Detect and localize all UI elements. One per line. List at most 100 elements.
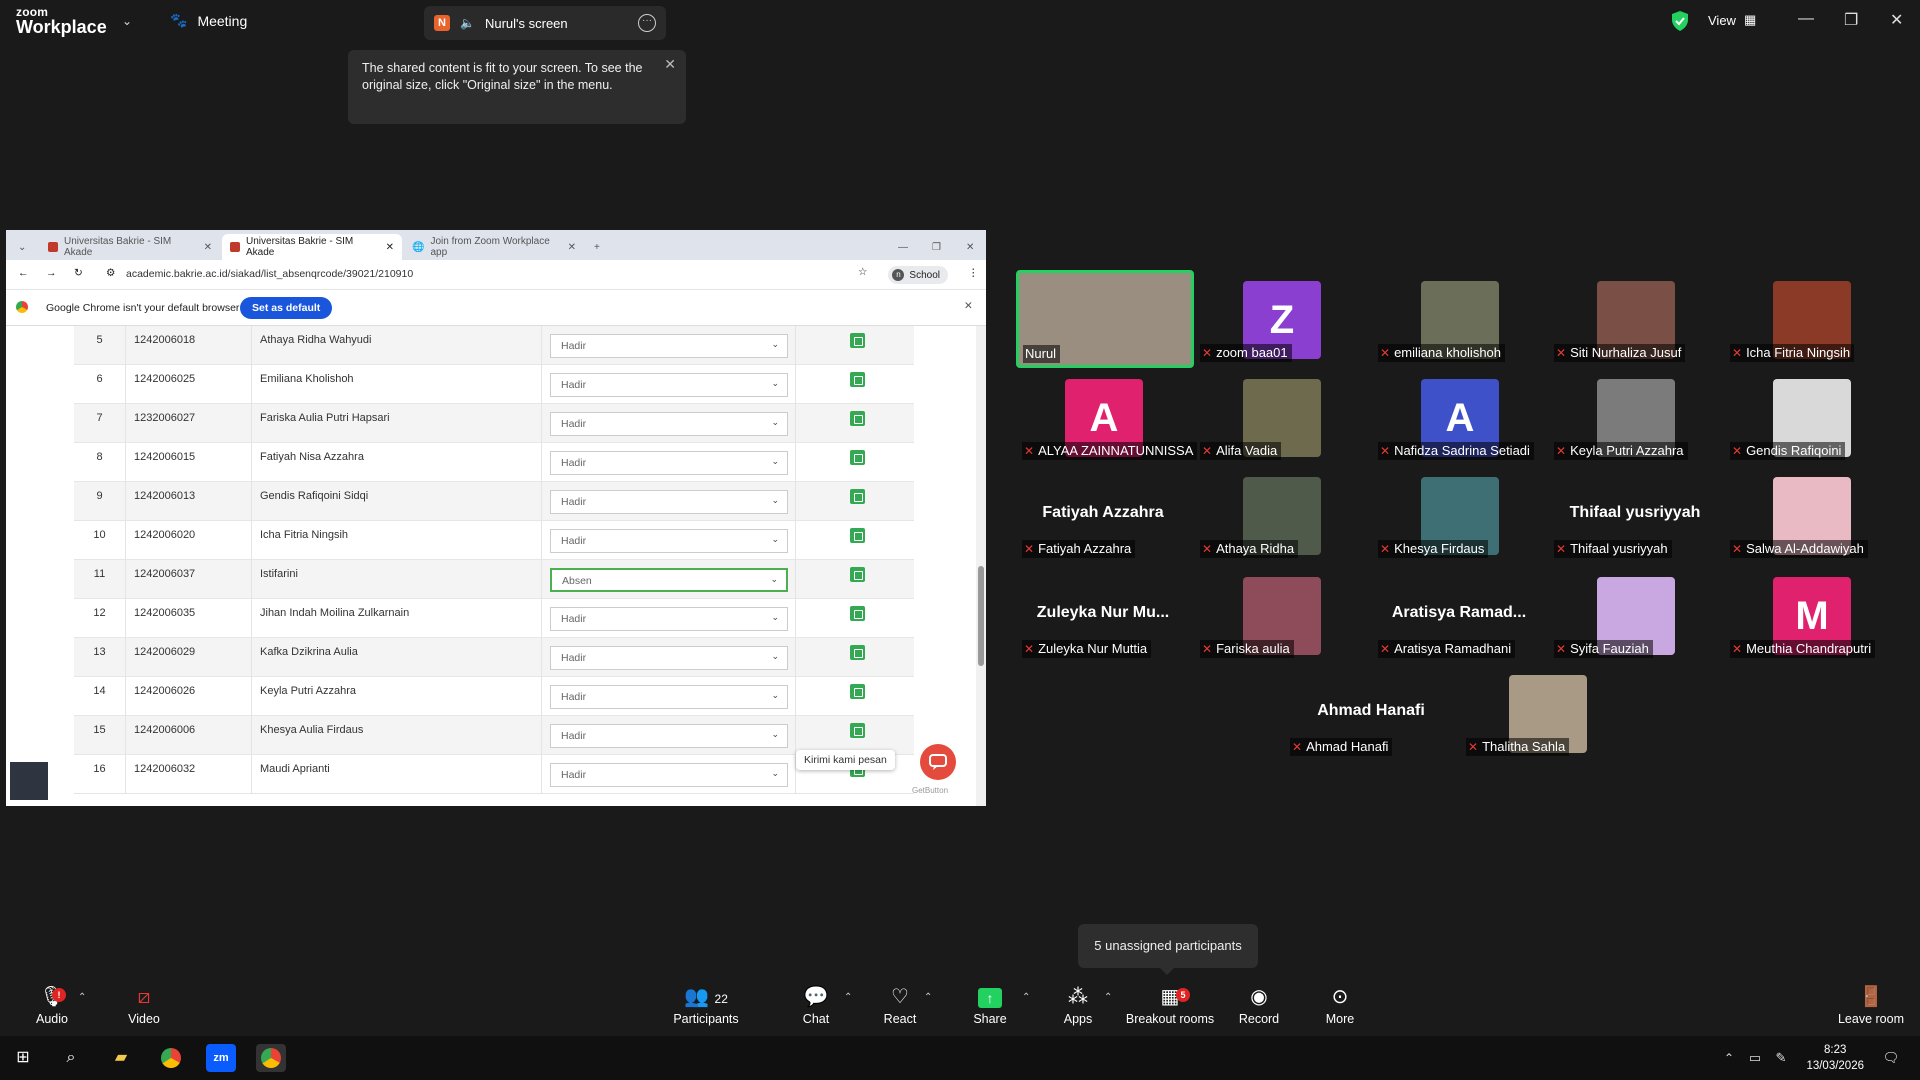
browser-tab-2[interactable]: Universitas Bakrie - SIM Akade ✕ bbox=[222, 234, 402, 260]
save-sheet-icon[interactable] bbox=[850, 450, 865, 465]
participant-tile[interactable]: ✕ Icha Fitria Ningsih bbox=[1726, 274, 1896, 364]
participant-tile[interactable]: ✕ Siti Nurhaliza Jusuf bbox=[1550, 274, 1720, 364]
system-clock[interactable]: 8:23 13/03/2026 bbox=[1806, 1042, 1864, 1074]
maximize-icon[interactable]: ❐ bbox=[1844, 10, 1858, 30]
close-tab-icon[interactable]: ✕ bbox=[568, 242, 576, 253]
floating-widget[interactable] bbox=[10, 762, 48, 800]
audio-button[interactable]: 🎙 Audio bbox=[28, 980, 76, 1036]
attendance-status-select[interactable]: Hadir ⌄ bbox=[550, 607, 788, 631]
tab-list-icon[interactable]: ⌄ bbox=[10, 234, 40, 260]
browser-menu-icon[interactable]: ⋮ bbox=[968, 267, 979, 279]
bookmark-star-icon[interactable]: ☆ bbox=[858, 266, 867, 278]
participant-tile[interactable]: Ahmad Hanafi ✕ Ahmad Hanafi bbox=[1286, 668, 1456, 758]
save-sheet-icon[interactable] bbox=[850, 372, 865, 387]
attendance-status-select[interactable]: Hadir ⌄ bbox=[550, 529, 788, 553]
apps-button[interactable]: ⁂ Apps bbox=[1058, 980, 1098, 1036]
zoom-taskbar-icon[interactable]: zm bbox=[206, 1044, 236, 1072]
search-icon[interactable]: ⌕ bbox=[56, 1044, 86, 1072]
record-button[interactable]: ◉ Record bbox=[1236, 980, 1282, 1036]
attendance-status-select[interactable]: Hadir ⌄ bbox=[550, 334, 788, 358]
attendance-status-select[interactable]: Hadir ⌄ bbox=[550, 763, 788, 787]
participant-tile[interactable]: ✕ Thalitha Sahla bbox=[1462, 668, 1632, 758]
participant-tile[interactable]: A ✕ Nafidza Sadrina Setiadi bbox=[1374, 372, 1544, 462]
attendance-status-select[interactable]: Hadir ⌄ bbox=[550, 685, 788, 709]
share-options-caret[interactable]: ⌃ bbox=[1022, 992, 1030, 1003]
save-sheet-icon[interactable] bbox=[850, 606, 865, 621]
close-tooltip-icon[interactable]: ✕ bbox=[664, 56, 676, 73]
close-tab-icon[interactable]: ✕ bbox=[204, 242, 212, 253]
participant-tile[interactable]: Z ✕ zoom baa01 bbox=[1196, 274, 1366, 364]
participant-tile[interactable]: ✕ emiliana kholishoh bbox=[1374, 274, 1544, 364]
save-sheet-icon[interactable] bbox=[850, 645, 865, 660]
screen-share-indicator[interactable]: N 🔈 Nurul's screen ··· bbox=[424, 6, 666, 40]
participant-tile[interactable]: ✕ Keyla Putri Azzahra bbox=[1550, 372, 1720, 462]
audio-options-caret[interactable]: ⌃ bbox=[78, 992, 86, 1003]
set-as-default-button[interactable]: Set as default bbox=[240, 297, 333, 319]
participant-tile[interactable]: ✕ Salwa Al-Addawiyah bbox=[1726, 470, 1896, 560]
page-scrollbar[interactable] bbox=[976, 326, 986, 806]
apps-options-caret[interactable]: ⌃ bbox=[1104, 992, 1112, 1003]
close-icon[interactable]: ✕ bbox=[1890, 10, 1903, 30]
react-options-caret[interactable]: ⌃ bbox=[924, 992, 932, 1003]
unassigned-participants-tooltip[interactable]: 5 unassigned participants bbox=[1078, 924, 1258, 975]
minimize-icon[interactable]: — bbox=[1798, 10, 1814, 28]
breakout-rooms-button[interactable]: ▦ Breakout rooms bbox=[1124, 980, 1216, 1036]
meeting-menu[interactable]: 🐾 Meeting bbox=[170, 12, 247, 29]
save-sheet-icon[interactable] bbox=[850, 723, 865, 738]
browser-maximize-icon[interactable]: ❐ bbox=[924, 234, 949, 260]
react-button[interactable]: ♡ React bbox=[880, 980, 920, 1036]
participants-button[interactable]: 👥 22 Participants bbox=[664, 980, 748, 1036]
view-button[interactable]: View ▦ bbox=[1708, 12, 1756, 28]
browser-tab-3[interactable]: 🌐 Join from Zoom Workplace app ✕ bbox=[404, 234, 584, 260]
participant-tile[interactable]: ✕ Gendis Rafiqoini bbox=[1726, 372, 1896, 462]
save-sheet-icon[interactable] bbox=[850, 411, 865, 426]
attendance-status-select[interactable]: Hadir ⌄ bbox=[550, 724, 788, 748]
participant-tile[interactable]: ✕ Alifa Vadia bbox=[1196, 372, 1366, 462]
site-info-icon[interactable]: ⚙ bbox=[106, 267, 115, 279]
scrollbar-thumb[interactable] bbox=[978, 566, 984, 666]
attendance-status-select[interactable]: Hadir ⌄ bbox=[550, 490, 788, 514]
chat-options-caret[interactable]: ⌃ bbox=[844, 992, 852, 1003]
chrome-taskbar-icon[interactable] bbox=[156, 1044, 186, 1072]
attendance-status-select[interactable]: Hadir ⌄ bbox=[550, 412, 788, 436]
participant-tile[interactable]: M ✕ Meuthia Chandraputri bbox=[1726, 570, 1896, 660]
save-sheet-icon[interactable] bbox=[850, 567, 865, 582]
forward-icon[interactable]: → bbox=[46, 267, 57, 279]
participant-tile[interactable]: ✕ Fariska aulia bbox=[1196, 570, 1366, 660]
participant-tile[interactable]: Thifaal yusriyyah ✕ Thifaal yusriyyah bbox=[1550, 470, 1720, 560]
save-sheet-icon[interactable] bbox=[850, 528, 865, 543]
url-field[interactable]: academic.bakrie.ac.id/siakad/list_absenq… bbox=[126, 268, 413, 280]
leave-room-button[interactable]: 🚪 Leave room bbox=[1836, 980, 1906, 1036]
notification-icon[interactable]: 🗨 bbox=[1876, 1044, 1906, 1072]
participant-tile[interactable]: Fatiyah Azzahra ✕ Fatiyah Azzahra bbox=[1018, 470, 1188, 560]
browser-minimize-icon[interactable]: — bbox=[890, 234, 916, 260]
browser-close-icon[interactable]: ✕ bbox=[958, 234, 982, 260]
chat-button[interactable]: 💬 Chat bbox=[796, 980, 836, 1036]
participant-tile[interactable]: ✕ Syifa Fauziah bbox=[1550, 570, 1720, 660]
reload-icon[interactable]: ↻ bbox=[74, 267, 83, 279]
participant-tile[interactable]: Zuleyka Nur Mu... ✕ Zuleyka Nur Muttia bbox=[1018, 570, 1188, 660]
close-tab-icon[interactable]: ✕ bbox=[386, 242, 394, 253]
more-options-icon[interactable]: ··· bbox=[638, 14, 656, 32]
browser-tab-1[interactable]: Universitas Bakrie - SIM Akade ✕ bbox=[40, 234, 220, 260]
attendance-status-select[interactable]: Hadir ⌄ bbox=[550, 646, 788, 670]
video-button[interactable]: ⧄ Video bbox=[120, 980, 168, 1036]
chevron-down-icon[interactable]: ⌄ bbox=[122, 14, 132, 28]
attendance-status-select[interactable]: Hadir ⌄ bbox=[550, 373, 788, 397]
new-tab-icon[interactable]: + bbox=[586, 234, 608, 260]
pen-icon[interactable]: ✎ bbox=[1766, 1044, 1796, 1072]
save-sheet-icon[interactable] bbox=[850, 333, 865, 348]
back-icon[interactable]: ← bbox=[18, 267, 29, 279]
participant-tile[interactable]: ✕ Athaya Ridha bbox=[1196, 470, 1366, 560]
file-explorer-icon[interactable]: ▰ bbox=[106, 1044, 136, 1072]
participant-tile[interactable]: A ✕ ALYAA ZAINNATUNNISSA bbox=[1018, 372, 1198, 462]
chrome-active-taskbar-icon[interactable] bbox=[256, 1044, 286, 1072]
more-button[interactable]: ⊙ More bbox=[1320, 980, 1360, 1036]
attendance-status-select[interactable]: Hadir ⌄ bbox=[550, 451, 788, 475]
participant-tile[interactable]: Nurul bbox=[1016, 270, 1194, 368]
participant-tile[interactable]: Aratisya Ramad... ✕ Aratisya Ramadhani bbox=[1374, 570, 1544, 660]
attendance-status-select[interactable]: Absen ⌄ bbox=[550, 568, 788, 592]
participant-tile[interactable]: ✕ Khesya Firdaus bbox=[1374, 470, 1544, 560]
profile-badge[interactable]: n School bbox=[888, 266, 948, 284]
encryption-shield-icon[interactable] bbox=[1670, 10, 1690, 32]
